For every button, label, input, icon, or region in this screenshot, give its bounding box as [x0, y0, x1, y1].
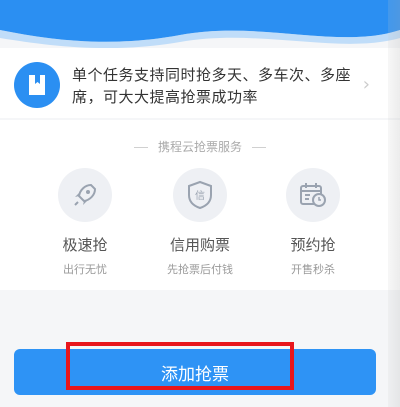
feature-subtitle: 先抢票后付钱	[167, 263, 233, 276]
feature-title: 信用购票	[169, 236, 230, 254]
info-card[interactable]: 单个任务支持同时抢多天、多车次、多座席，可大大提高抢票成功率 ›	[0, 48, 400, 118]
calendar-clock-icon	[286, 168, 340, 222]
svg-text:信: 信	[195, 190, 205, 202]
ticket-icon	[14, 62, 60, 108]
feature-subtitle: 出行无忧	[63, 263, 107, 276]
add-ticket-grab-button[interactable]: 添加抢票	[14, 349, 376, 395]
scroll-edge	[388, 0, 400, 407]
feature-title: 极速抢	[62, 236, 108, 254]
feature-subtitle: 开售秒杀	[291, 263, 335, 276]
feature-reservation-grab[interactable]: 预约抢 开售秒杀	[258, 168, 368, 277]
feature-fast-grab[interactable]: 极速抢 出行无忧	[30, 168, 140, 277]
feature-credit-purchase[interactable]: 信 信用购票 先抢票后付钱	[145, 168, 255, 277]
chevron-right-icon: ›	[362, 74, 370, 95]
services-section: 携程云抢票服务 极速抢 出行无忧 信 信用购票 先抢票后付钱 预约抢 开售秒杀	[0, 120, 400, 290]
rocket-icon	[58, 168, 112, 222]
feature-title: 预约抢	[290, 236, 336, 254]
section-title: 携程云抢票服务	[0, 138, 400, 155]
shield-icon: 信	[173, 168, 227, 222]
info-text: 单个任务支持同时抢多天、多车次、多座席，可大大提高抢票成功率	[72, 66, 352, 106]
